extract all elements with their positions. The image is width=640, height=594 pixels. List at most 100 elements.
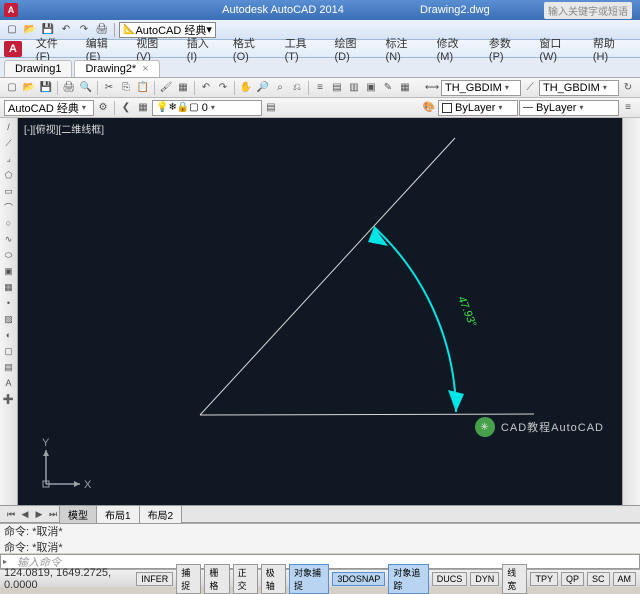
ws-settings-icon[interactable]: ⚙ xyxy=(95,100,111,116)
pline-tool[interactable]: ⟓ xyxy=(2,152,16,166)
layer-state-icon[interactable]: ▤ xyxy=(263,100,279,116)
menu-parametric[interactable]: 参数(P) xyxy=(483,34,531,64)
block-button[interactable]: ▦ xyxy=(175,80,191,96)
linetype-dropdown[interactable]: — ByLayer▾ xyxy=(519,100,619,116)
status-qp[interactable]: QP xyxy=(561,572,584,586)
addsel-tool[interactable]: ➕ xyxy=(2,392,16,406)
paste-button[interactable]: 📋 xyxy=(135,80,151,96)
status-lwt[interactable]: 线宽 xyxy=(502,564,527,594)
menu-edit[interactable]: 编辑(E) xyxy=(80,34,128,64)
status-grid[interactable]: 栅格 xyxy=(204,564,229,594)
workspace-select[interactable]: AutoCAD 经典▾ xyxy=(4,100,94,116)
zoom-win-button[interactable]: ⌕ xyxy=(272,80,288,96)
polygon-tool[interactable]: ⬠ xyxy=(2,168,16,182)
status-snap[interactable]: 捕捉 xyxy=(176,564,201,594)
menu-window[interactable]: 窗口(W) xyxy=(533,34,585,64)
dimstyle-dropdown[interactable]: TH_GBDIM▾ xyxy=(441,80,521,96)
autocad-logo-icon[interactable]: A xyxy=(4,41,22,57)
text-tool[interactable]: A xyxy=(2,376,16,390)
status-dyn[interactable]: DYN xyxy=(470,572,499,586)
circle-tool[interactable]: ○ xyxy=(2,216,16,230)
drawing-canvas[interactable]: [-][俯视][二维线框] 47.93° X Y ✳ xyxy=(18,118,622,505)
menu-format[interactable]: 格式(O) xyxy=(227,34,277,64)
cut-button[interactable]: ✂ xyxy=(101,80,117,96)
arc-tool[interactable]: ⌒ xyxy=(2,200,16,214)
region-tool[interactable]: ▢ xyxy=(2,344,16,358)
dc-button[interactable]: ▤ xyxy=(329,80,345,96)
pan-button[interactable]: ✋ xyxy=(238,80,254,96)
doc-tab-active[interactable]: Drawing2*× xyxy=(74,60,159,77)
spline-tool[interactable]: ∿ xyxy=(2,232,16,246)
sheet-button[interactable]: ▣ xyxy=(363,80,379,96)
lweight-icon[interactable]: ≡ xyxy=(620,100,636,116)
doc-tab[interactable]: Drawing1 xyxy=(4,60,72,77)
status-sc[interactable]: SC xyxy=(587,572,610,586)
xline-tool[interactable]: ⟋ xyxy=(2,136,16,150)
tab-next-icon[interactable]: ▶ xyxy=(32,507,46,521)
model-tab[interactable]: 模型 xyxy=(59,505,97,524)
undo-button[interactable]: ↶ xyxy=(198,80,214,96)
zoom-button[interactable]: 🔎 xyxy=(255,80,271,96)
line-tool[interactable]: / xyxy=(2,120,16,134)
menu-draw[interactable]: 绘图(D) xyxy=(328,34,377,64)
new-button[interactable]: ▢ xyxy=(4,80,20,96)
zoom-prev-button[interactable]: ⎌ xyxy=(289,80,305,96)
status-otrack[interactable]: 对象追踪 xyxy=(388,564,428,594)
tab-prev-icon[interactable]: ◀ xyxy=(18,507,32,521)
open-button[interactable]: 📂 xyxy=(21,80,37,96)
layer-prev-icon[interactable]: ❮ xyxy=(118,100,134,116)
help-search-input[interactable]: 输入关键字或短语 xyxy=(544,2,632,19)
tab-last-icon[interactable]: ⏭ xyxy=(46,507,60,521)
calc-button[interactable]: ▦ xyxy=(397,80,413,96)
menu-bar: A 文件(F) 编辑(E) 视图(V) 插入(I) 格式(O) 工具(T) 绘图… xyxy=(0,40,640,58)
menu-file[interactable]: 文件(F) xyxy=(30,34,78,64)
dim-update-icon[interactable]: ↻ xyxy=(620,80,636,96)
viewport-label[interactable]: [-][俯视][二维线框] xyxy=(24,121,104,136)
preview-button[interactable]: 🔍 xyxy=(78,80,94,96)
status-am[interactable]: AM xyxy=(613,572,637,586)
status-3dosnap[interactable]: 3DOSNAP xyxy=(332,572,385,586)
close-tab-icon[interactable]: × xyxy=(142,63,148,75)
status-ortho[interactable]: 正交 xyxy=(233,564,258,594)
rect-tool[interactable]: ▭ xyxy=(2,184,16,198)
menu-modify[interactable]: 修改(M) xyxy=(431,34,481,64)
layer-dropdown[interactable]: 💡❄🔒▢ 0▾ xyxy=(152,100,262,116)
dim-aligned-icon[interactable]: ⟋ xyxy=(522,80,538,96)
menu-help[interactable]: 帮助(H) xyxy=(587,34,636,64)
insert-tool[interactable]: ▣ xyxy=(2,264,16,278)
color-dropdown[interactable]: ByLayer▾ xyxy=(438,100,518,116)
coordinates[interactable]: 124.0819, 1649.2725, 0.0000 xyxy=(4,567,125,591)
ellipse-tool[interactable]: ⬭ xyxy=(2,248,16,262)
layout1-tab[interactable]: 布局1 xyxy=(96,505,140,524)
save-button[interactable]: 💾 xyxy=(38,80,54,96)
table-tool[interactable]: ▤ xyxy=(2,360,16,374)
gradient-tool[interactable]: ◐ xyxy=(2,328,16,342)
menu-insert[interactable]: 插入(I) xyxy=(181,34,225,64)
plot-button[interactable]: 🖨 xyxy=(61,80,77,96)
tp-button[interactable]: ▥ xyxy=(346,80,362,96)
copy-button[interactable]: ⎘ xyxy=(118,80,134,96)
redo-button[interactable]: ↷ xyxy=(215,80,231,96)
status-polar[interactable]: 极轴 xyxy=(261,564,286,594)
block-tool[interactable]: ▦ xyxy=(2,280,16,294)
layer-props-icon[interactable]: ▦ xyxy=(135,100,151,116)
point-tool[interactable]: • xyxy=(2,296,16,310)
draw-toolbar: / ⟋ ⟓ ⬠ ▭ ⌒ ○ ∿ ⬭ ▣ ▦ • ▨ ◐ ▢ ▤ A ➕ xyxy=(0,118,18,505)
tab-first-icon[interactable]: ⏮ xyxy=(4,507,18,521)
new-icon[interactable]: ▢ xyxy=(4,22,20,38)
props-button[interactable]: ≡ xyxy=(312,80,328,96)
match-button[interactable]: 🖌 xyxy=(158,80,174,96)
color-icon[interactable]: 🎨 xyxy=(421,100,437,116)
status-osnap[interactable]: 对象捕捉 xyxy=(289,564,329,594)
status-tpy[interactable]: TPY xyxy=(530,572,558,586)
markup-button[interactable]: ✎ xyxy=(380,80,396,96)
dimstyle2-dropdown[interactable]: TH_GBDIM▾ xyxy=(539,80,619,96)
menu-view[interactable]: 视图(V) xyxy=(130,34,178,64)
status-ducs[interactable]: DUCS xyxy=(432,572,468,586)
layout2-tab[interactable]: 布局2 xyxy=(139,505,183,524)
dim-linear-icon[interactable]: ⟷ xyxy=(424,80,440,96)
menu-tools[interactable]: 工具(T) xyxy=(279,34,327,64)
status-infer[interactable]: INFER xyxy=(136,572,173,586)
menu-dimension[interactable]: 标注(N) xyxy=(380,34,429,64)
hatch-tool[interactable]: ▨ xyxy=(2,312,16,326)
